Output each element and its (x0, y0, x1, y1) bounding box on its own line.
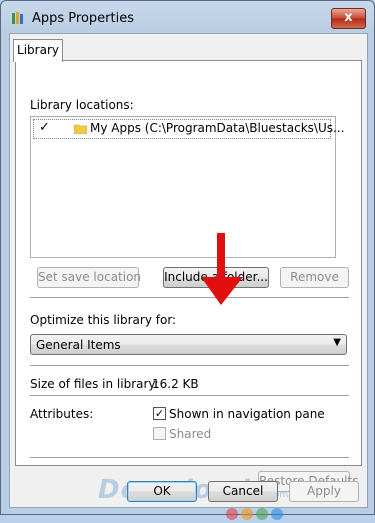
optimize-select[interactable]: General Items ▼ (30, 334, 347, 355)
folder-icon (74, 124, 87, 134)
list-item[interactable]: ✓ My Apps (C:\ProgramData\Bluestacks\Us.… (33, 119, 344, 139)
library-locations-list[interactable]: ✓ My Apps (C:\ProgramData\Bluestacks\Us.… (30, 116, 344, 258)
apply-button[interactable]: Apply (289, 481, 359, 502)
cancel-button[interactable]: Cancel (208, 481, 278, 502)
default-location-check-icon: ✓ (39, 120, 50, 135)
properties-window: Apps Properties x Library Library locati… (0, 0, 375, 520)
location-path: My Apps (C:\ProgramData\Bluestacks\Us... (90, 121, 345, 135)
divider (30, 395, 349, 397)
shown-in-nav-checkbox[interactable]: ✓ (153, 407, 166, 420)
ok-button[interactable]: OK (127, 481, 197, 502)
watermark-dots (226, 508, 286, 523)
shared-label: Shared (169, 427, 212, 441)
optimize-label: Optimize this library for: (30, 313, 177, 327)
shared-checkbox[interactable] (153, 427, 166, 440)
dialog-body: Library Library locations: ✓ My Apps (C:… (9, 33, 368, 520)
size-value: 16.2 KB (152, 377, 199, 391)
title-bar[interactable]: Apps Properties x (1, 1, 374, 35)
remove-button[interactable]: Remove (280, 267, 349, 288)
attributes-label: Attributes: (30, 407, 94, 421)
library-icon (12, 12, 23, 24)
close-button[interactable]: x (331, 8, 366, 29)
red-arrow-annotation (201, 233, 243, 305)
size-label: Size of files in library: (30, 377, 159, 391)
divider (30, 457, 349, 459)
close-icon: x (344, 10, 353, 25)
dropdown-arrow-icon: ▼ (333, 337, 341, 348)
library-locations-label: Library locations: (30, 98, 134, 112)
set-save-location-button[interactable]: Set save location (37, 267, 141, 288)
optimize-selected-value: General Items (36, 338, 121, 352)
library-tab-panel: Library locations: ✓ My Apps (C:\Program… (15, 60, 362, 492)
divider (30, 297, 349, 299)
divider (30, 365, 349, 367)
window-title: Apps Properties (32, 11, 135, 26)
shown-in-nav-label[interactable]: Shown in navigation pane (169, 407, 325, 421)
tab-library[interactable]: Library (13, 39, 63, 62)
